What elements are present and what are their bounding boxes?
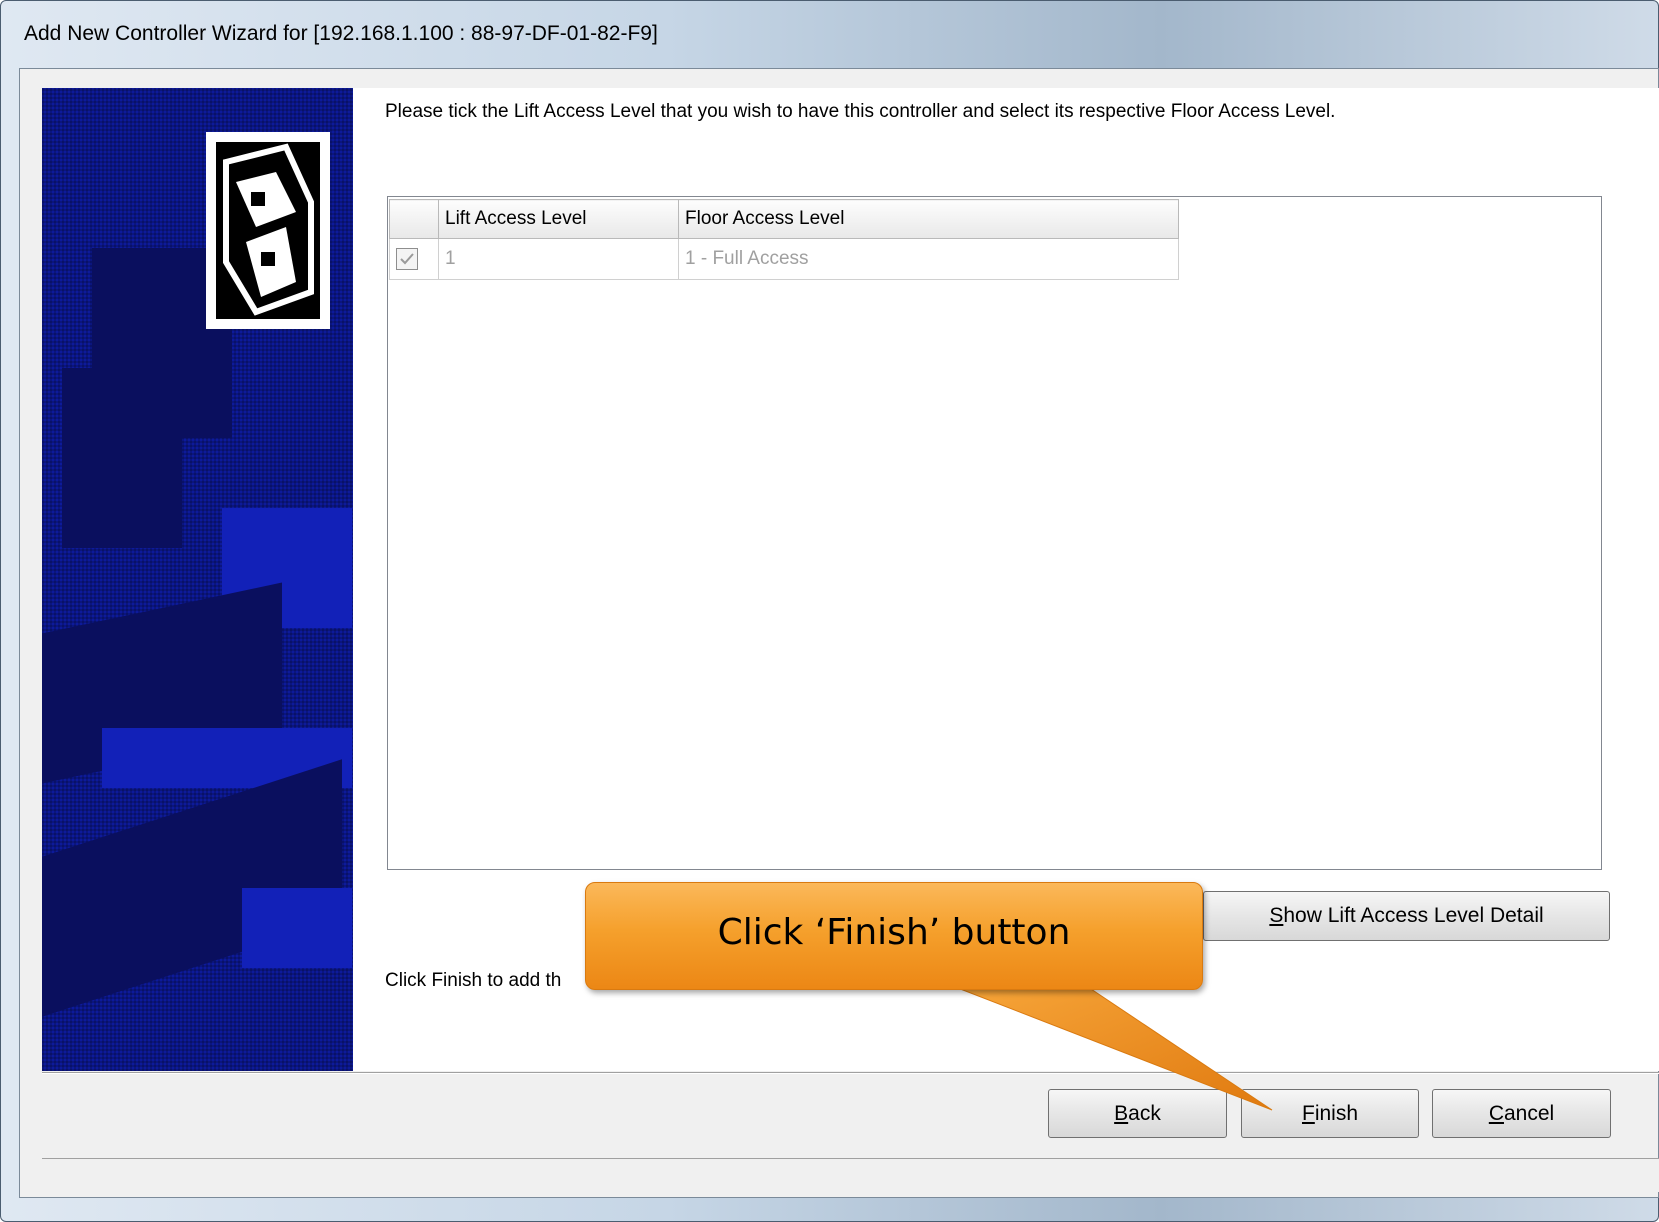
- footer-separator-highlight: [42, 1073, 1659, 1074]
- grid-header-lift-access-level[interactable]: Lift Access Level: [438, 199, 679, 239]
- instruction-text: Please tick the Lift Access Level that y…: [385, 101, 1336, 122]
- finish-button[interactable]: Finish: [1241, 1089, 1419, 1138]
- finish-label: inish: [1314, 1101, 1359, 1125]
- wizard-logo-image: [206, 132, 330, 329]
- detail-mnemonic: S: [1269, 904, 1284, 927]
- grid-header-row: Lift Access Level Floor Access Level: [389, 199, 1179, 239]
- lift-access-level-cell[interactable]: 1: [438, 238, 679, 280]
- back-button[interactable]: Back: [1048, 1089, 1227, 1138]
- row-checkbox-cell[interactable]: [389, 238, 439, 280]
- finish-hint-text: Click Finish to add th: [385, 970, 562, 991]
- row-checkbox[interactable]: [396, 248, 418, 270]
- detail-label: how Lift Access Level Detail: [1283, 904, 1544, 927]
- lift-access-table: Lift Access Level Floor Access Level 1 1…: [389, 199, 1179, 280]
- cancel-label: ancel: [1503, 1101, 1555, 1125]
- cancel-button[interactable]: Cancel: [1432, 1089, 1611, 1138]
- finish-mnemonic: F: [1301, 1101, 1315, 1125]
- cancel-mnemonic: C: [1488, 1101, 1504, 1125]
- back-label: ack: [1128, 1101, 1161, 1125]
- callout-text: Click ‘Finish’ button: [717, 912, 1071, 953]
- window-title: Add New Controller Wizard for [192.168.1…: [24, 22, 658, 45]
- back-mnemonic: B: [1114, 1101, 1129, 1125]
- status-bar: [42, 1158, 1659, 1192]
- lift-access-grid[interactable]: [387, 196, 1602, 870]
- title-bar[interactable]: Add New Controller Wizard for [192.168.1…: [0, 0, 1659, 68]
- checkmark-icon: [400, 253, 414, 265]
- show-lift-access-level-detail-button[interactable]: Show Lift Access Level Detail: [1203, 891, 1610, 941]
- table-row[interactable]: 1 1 - Full Access: [389, 238, 1179, 280]
- grid-header-select: [389, 199, 439, 239]
- grid-header-floor-access-level[interactable]: Floor Access Level: [678, 199, 1179, 239]
- floor-access-level-cell[interactable]: 1 - Full Access: [678, 238, 1179, 280]
